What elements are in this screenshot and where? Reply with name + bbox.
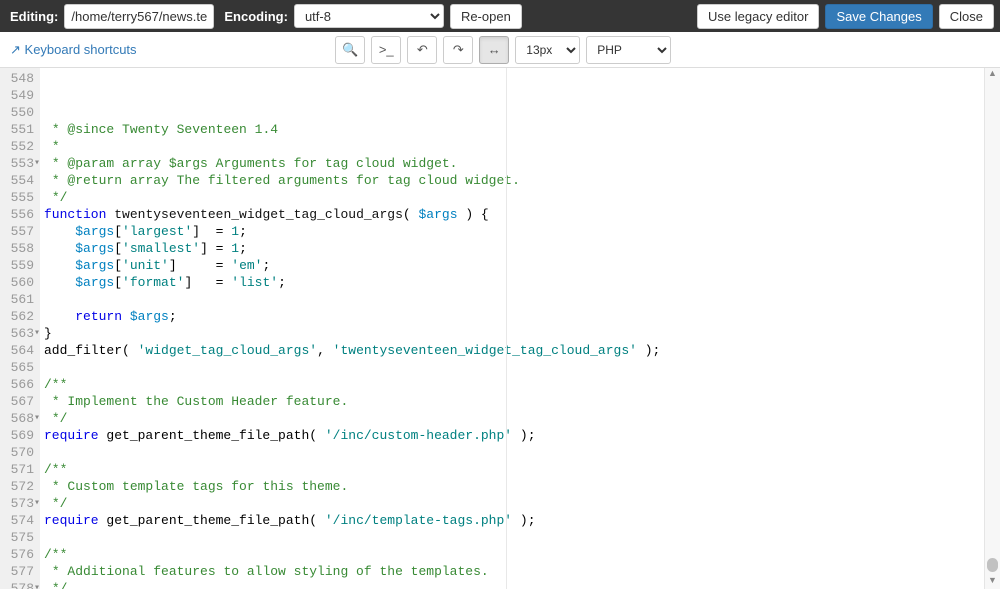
code-line[interactable]: */ — [44, 410, 1000, 427]
search-icon: 🔍 — [342, 42, 358, 58]
code-line[interactable]: * — [44, 138, 1000, 155]
language-select[interactable]: PHP — [586, 36, 671, 64]
code-line[interactable] — [44, 359, 1000, 376]
font-size-select[interactable]: 13px — [515, 36, 580, 64]
code-line[interactable]: $args['smallest'] = 1; — [44, 240, 1000, 257]
code-line[interactable]: add_filter( 'widget_tag_cloud_args', 'tw… — [44, 342, 1000, 359]
code-line[interactable]: */ — [44, 189, 1000, 206]
code-line[interactable] — [44, 444, 1000, 461]
code-line[interactable]: $args['format'] = 'list'; — [44, 274, 1000, 291]
redo-button[interactable]: ↷ — [443, 36, 473, 64]
code-line[interactable]: * Implement the Custom Header feature. — [44, 393, 1000, 410]
code-line[interactable]: * Custom template tags for this theme. — [44, 478, 1000, 495]
code-line[interactable]: $args['largest'] = 1; — [44, 223, 1000, 240]
wrap-button[interactable]: ↔ — [479, 36, 509, 64]
editor-container: 548549550551552553▾554555556557558559560… — [0, 68, 1000, 589]
vertical-scrollbar[interactable]: ▲ ▼ — [984, 68, 1000, 589]
scroll-up-arrow[interactable]: ▲ — [985, 68, 1000, 82]
code-line[interactable]: */ — [44, 495, 1000, 512]
line-number-gutter: 548549550551552553▾554555556557558559560… — [0, 68, 40, 589]
code-line[interactable]: */ — [44, 580, 1000, 589]
code-line[interactable]: function twentyseventeen_widget_tag_clou… — [44, 206, 1000, 223]
code-line[interactable]: $args['unit'] = 'em'; — [44, 257, 1000, 274]
legacy-editor-button[interactable]: Use legacy editor — [697, 4, 819, 29]
code-line[interactable]: * @since Twenty Seventeen 1.4 — [44, 121, 1000, 138]
encoding-label: Encoding: — [224, 9, 288, 24]
code-line[interactable]: * @return array The filtered arguments f… — [44, 172, 1000, 189]
encoding-select[interactable]: utf-8 — [294, 4, 444, 28]
undo-button[interactable]: ↶ — [407, 36, 437, 64]
close-button[interactable]: Close — [939, 4, 994, 29]
code-line[interactable]: * Additional features to allow styling o… — [44, 563, 1000, 580]
code-line[interactable] — [44, 529, 1000, 546]
undo-icon: ↶ — [417, 42, 428, 58]
external-link-icon: ↗ — [10, 42, 21, 57]
search-button[interactable]: 🔍 — [335, 36, 365, 64]
print-margin — [506, 68, 507, 589]
wrap-icon: ↔ — [488, 42, 501, 57]
terminal-button[interactable]: >_ — [371, 36, 401, 64]
reopen-button[interactable]: Re-open — [450, 4, 522, 29]
code-line[interactable]: require get_parent_theme_file_path( '/in… — [44, 427, 1000, 444]
code-line[interactable] — [44, 291, 1000, 308]
code-area[interactable]: * @since Twenty Seventeen 1.4 * * @param… — [40, 68, 1000, 589]
editing-label: Editing: — [10, 9, 58, 24]
code-line[interactable]: /** — [44, 376, 1000, 393]
code-line[interactable]: /** — [44, 461, 1000, 478]
scroll-down-arrow[interactable]: ▼ — [985, 575, 1000, 589]
code-line[interactable]: * @param array $args Arguments for tag c… — [44, 155, 1000, 172]
terminal-icon: >_ — [379, 42, 394, 57]
scrollbar-thumb[interactable] — [987, 558, 998, 572]
file-path-input[interactable] — [64, 4, 214, 29]
code-line[interactable]: /** — [44, 546, 1000, 563]
code-line[interactable]: return $args; — [44, 308, 1000, 325]
toolbar: ↗ Keyboard shortcuts 🔍 >_ ↶ ↷ ↔ 13px PHP — [0, 32, 1000, 68]
code-line[interactable]: require get_parent_theme_file_path( '/in… — [44, 512, 1000, 529]
redo-icon: ↷ — [453, 42, 464, 58]
top-bar: Editing: Encoding: utf-8 Re-open Use leg… — [0, 0, 1000, 32]
code-line[interactable]: } — [44, 325, 1000, 342]
keyboard-shortcuts-link[interactable]: ↗ Keyboard shortcuts — [10, 42, 137, 57]
save-changes-button[interactable]: Save Changes — [825, 4, 932, 29]
